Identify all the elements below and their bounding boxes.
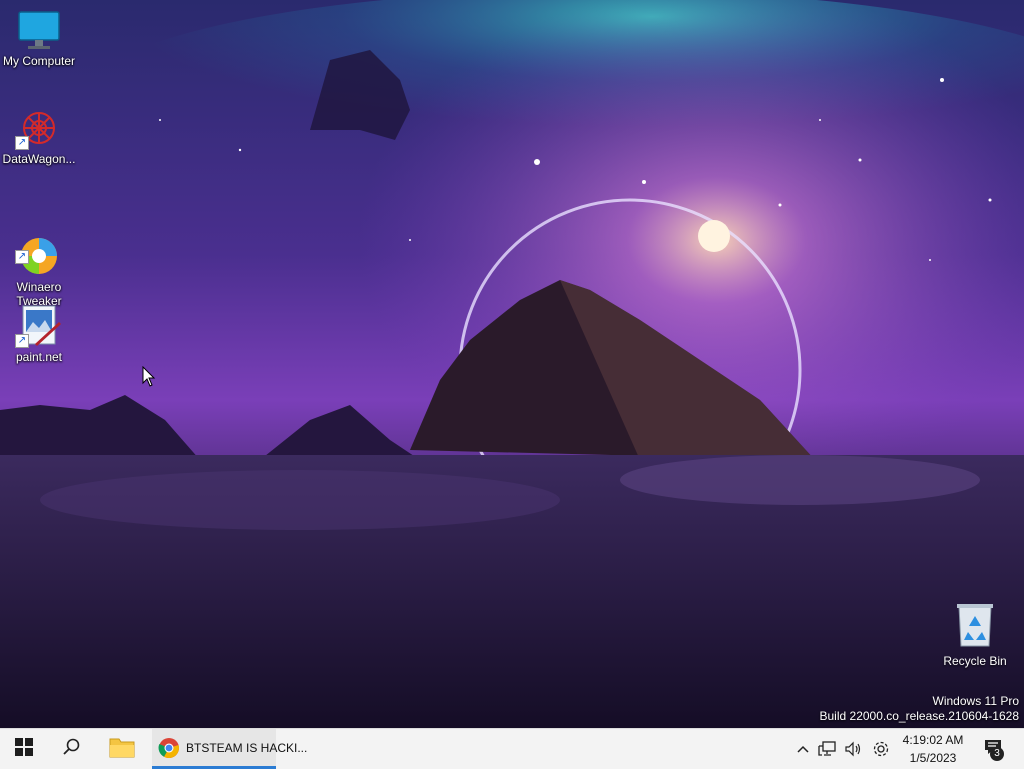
desktop-icon-paint-net[interactable]: ↗ paint.net	[0, 304, 78, 364]
network-icon[interactable]	[814, 741, 840, 757]
shortcut-arrow-icon: ↗	[15, 334, 29, 348]
desktop-icon-label: Recycle Bin	[943, 654, 1007, 668]
taskbar-app-chrome[interactable]: BTSTEAM IS HACKI...	[152, 729, 307, 769]
taskbar-app-label: BTSTEAM IS HACKI...	[186, 740, 308, 755]
desktop-icon-datawagon[interactable]: ↗ DataWagon...	[0, 106, 78, 166]
mouse-pointer-icon	[142, 365, 156, 393]
start-button[interactable]	[8, 729, 40, 769]
notification-count-badge: 3	[990, 747, 1004, 761]
chrome-icon	[158, 737, 180, 759]
datawagon-icon: ↗	[15, 106, 63, 150]
desktop[interactable]: My Computer ↗ DataWagon... ↗ Winaero Twe…	[0, 0, 1024, 728]
taskbar: BTSTEAM IS HACKI... 4:19:02 AM 1/5/2023	[0, 728, 1024, 769]
search-button[interactable]	[56, 729, 88, 769]
desktop-icon-my-computer[interactable]: My Computer	[0, 8, 78, 68]
file-explorer-icon	[109, 736, 135, 763]
wallpaper	[0, 0, 1024, 728]
system-tray	[792, 729, 896, 769]
monitor-icon	[15, 8, 63, 52]
watermark-edition: Windows 11 Pro	[932, 694, 1019, 708]
search-icon	[63, 738, 81, 761]
shortcut-arrow-icon: ↗	[15, 136, 29, 150]
clock-date: 1/5/2023	[909, 751, 957, 765]
shortcut-arrow-icon: ↗	[15, 250, 29, 264]
desktop-icon-recycle-bin[interactable]: Recycle Bin	[936, 602, 1014, 668]
desktop-icon-label: paint.net	[15, 350, 63, 364]
watermark-build: Build 22000.co_release.210604-1628	[819, 709, 1020, 723]
windows-start-icon	[15, 737, 33, 761]
desktop-icon-label: DataWagon...	[2, 152, 76, 166]
volume-icon[interactable]	[840, 741, 866, 757]
chevron-up-icon[interactable]	[792, 745, 814, 753]
taskbar-clock[interactable]: 4:19:02 AM 1/5/2023	[890, 731, 976, 767]
clock-time: 4:19:02 AM	[902, 733, 964, 747]
winaero-tweaker-icon: ↗	[15, 220, 63, 274]
paint-net-icon: ↗	[15, 304, 63, 348]
recycle-bin-icon	[951, 602, 999, 648]
desktop-icon-winaero-tweaker[interactable]: ↗ Winaero Tweaker	[0, 206, 78, 308]
desktop-icon-label: My Computer	[2, 54, 76, 68]
windows-watermark: Windows 11 Pro Build 22000.co_release.21…	[820, 694, 1020, 724]
file-explorer-button[interactable]	[104, 729, 140, 769]
